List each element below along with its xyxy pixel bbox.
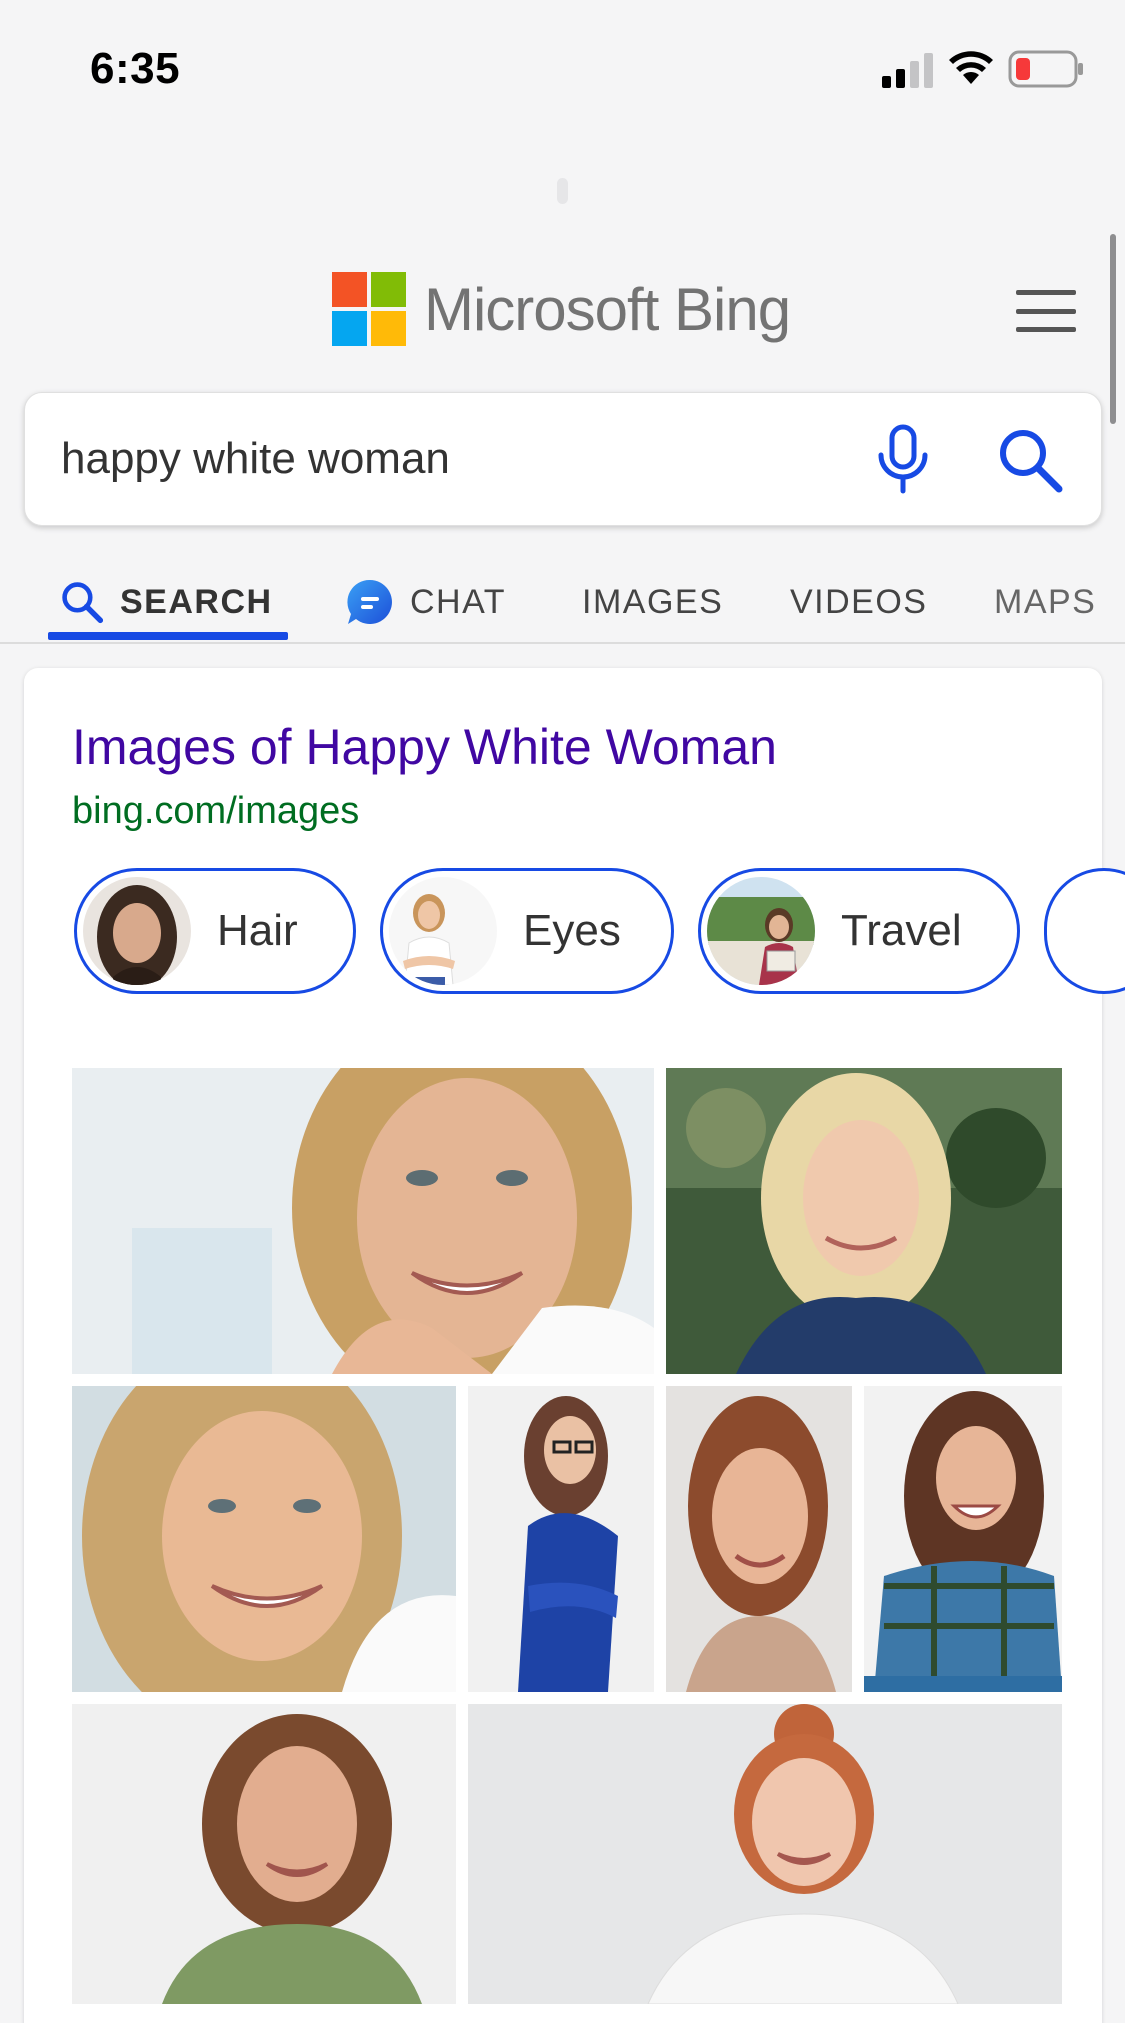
image-result-card: Images of Happy White Woman bing.com/ima… (24, 668, 1125, 2023)
chip-more[interactable] (1044, 868, 1125, 994)
chip-thumbnail (83, 877, 191, 985)
image-result-1[interactable] (72, 1068, 654, 1374)
result-title-link[interactable]: Images of Happy White Woman (72, 718, 777, 776)
chip-hair[interactable]: Hair (74, 868, 356, 994)
status-bar: 6:35 (0, 0, 1125, 140)
chat-bubble-icon (347, 579, 392, 624)
image-result-4[interactable] (468, 1386, 654, 1692)
drag-handle[interactable] (557, 178, 568, 204)
logo-text: Microsoft Bing (424, 275, 791, 343)
chip-travel[interactable]: Travel (698, 868, 1020, 994)
chip-label: Travel (841, 906, 962, 955)
bing-mobile-page: 6:35 Microsoft Bing happy white woman SE… (0, 0, 1125, 2023)
hamburger-menu-icon[interactable] (1014, 286, 1078, 336)
tab-label: MAPS (994, 582, 1097, 621)
active-tab-indicator (48, 632, 288, 640)
search-icon (62, 582, 104, 624)
search-input[interactable] (61, 427, 841, 491)
result-url[interactable]: bing.com/images (72, 790, 359, 833)
wifi-icon (949, 51, 993, 84)
chip-label: Eyes (523, 906, 621, 955)
chip-label: Hair (217, 906, 298, 955)
image-result-5[interactable] (666, 1386, 852, 1692)
tab-maps[interactable]: MAPS (994, 560, 1096, 644)
chip-thumbnail (707, 877, 815, 985)
image-result-3[interactable] (72, 1386, 456, 1692)
search-tabs: SEARCH CHAT IMAGES VIDEOS MAPS (0, 560, 1125, 644)
image-result-2[interactable] (666, 1068, 1062, 1374)
search-box (24, 392, 1102, 526)
status-time: 6:35 (90, 44, 181, 93)
chip-thumbnail (389, 877, 497, 985)
chip-eyes[interactable]: Eyes (380, 868, 674, 994)
tab-videos[interactable]: VIDEOS (790, 560, 927, 644)
tab-chat[interactable]: CHAT (346, 560, 506, 644)
tab-label: CHAT (410, 582, 507, 621)
scrollbar[interactable] (1110, 234, 1116, 424)
tab-label: VIDEOS (790, 582, 928, 621)
bing-logo[interactable]: Microsoft Bing (332, 272, 791, 346)
image-result-8[interactable] (468, 1704, 1062, 2004)
search-icon[interactable] (997, 427, 1063, 493)
image-result-7[interactable] (72, 1704, 456, 2004)
signal-icon (882, 53, 933, 88)
tab-images[interactable]: IMAGES (582, 560, 723, 644)
image-result-6[interactable] (864, 1386, 1062, 1692)
microsoft-logo-icon (332, 272, 406, 346)
tab-label: IMAGES (582, 582, 724, 621)
battery-icon (1008, 50, 1083, 88)
tab-label: SEARCH (120, 582, 273, 621)
microphone-icon[interactable] (873, 423, 933, 497)
